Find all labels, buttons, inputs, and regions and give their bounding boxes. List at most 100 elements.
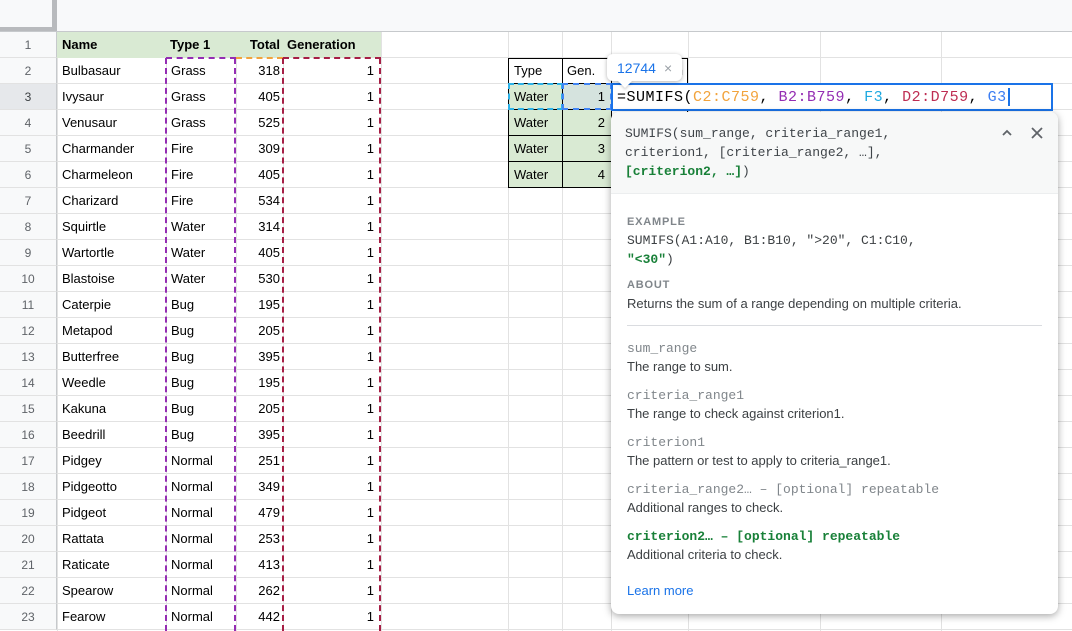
row-header-13[interactable]: 13 bbox=[0, 344, 57, 370]
cell-G4[interactable]: 2 bbox=[562, 110, 605, 136]
cell-B7[interactable]: Fire bbox=[171, 188, 236, 214]
cell-B18[interactable]: Normal bbox=[171, 474, 236, 500]
cell-C8[interactable]: 314 bbox=[236, 214, 280, 240]
cell-C12[interactable]: 205 bbox=[236, 318, 280, 344]
cell-A4[interactable]: Venusaur bbox=[62, 110, 166, 136]
cell-D1[interactable]: Generation bbox=[287, 32, 381, 58]
cell-B20[interactable]: Normal bbox=[171, 526, 236, 552]
cell-D5[interactable]: 1 bbox=[283, 136, 374, 162]
cell-A21[interactable]: Raticate bbox=[62, 552, 166, 578]
cell-F2[interactable]: Type bbox=[514, 58, 562, 84]
cell-B2[interactable]: Grass bbox=[171, 58, 236, 84]
cell-G6[interactable]: 4 bbox=[562, 162, 605, 188]
cell-D8[interactable]: 1 bbox=[283, 214, 374, 240]
cell-A17[interactable]: Pidgey bbox=[62, 448, 166, 474]
cell-C19[interactable]: 479 bbox=[236, 500, 280, 526]
learn-more-link[interactable]: Learn more bbox=[627, 583, 693, 598]
row-header-4[interactable]: 4 bbox=[0, 110, 57, 136]
cell-A22[interactable]: Spearow bbox=[62, 578, 166, 604]
cell-A2[interactable]: Bulbasaur bbox=[62, 58, 166, 84]
cell-A11[interactable]: Caterpie bbox=[62, 292, 166, 318]
cell-D16[interactable]: 1 bbox=[283, 422, 374, 448]
cell-A16[interactable]: Beedrill bbox=[62, 422, 166, 448]
row-header-3[interactable]: 3 bbox=[0, 84, 57, 110]
row-header-5[interactable]: 5 bbox=[0, 136, 57, 162]
cell-B5[interactable]: Fire bbox=[171, 136, 236, 162]
cell-F4[interactable]: Water bbox=[514, 110, 562, 136]
collapse-chevron-icon[interactable] bbox=[1000, 126, 1014, 140]
cell-B10[interactable]: Water bbox=[171, 266, 236, 292]
cell-B1[interactable]: Type 1 bbox=[170, 32, 236, 58]
cell-A23[interactable]: Fearow bbox=[62, 604, 166, 630]
cell-B4[interactable]: Grass bbox=[171, 110, 236, 136]
row-header-19[interactable]: 19 bbox=[0, 500, 57, 526]
cell-G2[interactable]: Gen. bbox=[567, 58, 611, 84]
cell-A7[interactable]: Charizard bbox=[62, 188, 166, 214]
cell-B11[interactable]: Bug bbox=[171, 292, 236, 318]
cell-D7[interactable]: 1 bbox=[283, 188, 374, 214]
cell-A13[interactable]: Butterfree bbox=[62, 344, 166, 370]
cell-B17[interactable]: Normal bbox=[171, 448, 236, 474]
cell-C18[interactable]: 349 bbox=[236, 474, 280, 500]
cell-B23[interactable]: Normal bbox=[171, 604, 236, 630]
formula-input[interactable]: =SUMIFS(C2:C759, B2:B759, F3, D2:D759, G… bbox=[611, 83, 1053, 111]
row-header-15[interactable]: 15 bbox=[0, 396, 57, 422]
row-header-9[interactable]: 9 bbox=[0, 240, 57, 266]
cell-A1[interactable]: Name bbox=[62, 32, 166, 58]
cell-C23[interactable]: 442 bbox=[236, 604, 280, 630]
cell-C22[interactable]: 262 bbox=[236, 578, 280, 604]
cell-C16[interactable]: 395 bbox=[236, 422, 280, 448]
close-icon[interactable] bbox=[1030, 126, 1044, 140]
cell-B14[interactable]: Bug bbox=[171, 370, 236, 396]
cell-D13[interactable]: 1 bbox=[283, 344, 374, 370]
cell-C7[interactable]: 534 bbox=[236, 188, 280, 214]
cell-A8[interactable]: Squirtle bbox=[62, 214, 166, 240]
cell-C21[interactable]: 413 bbox=[236, 552, 280, 578]
cell-B12[interactable]: Bug bbox=[171, 318, 236, 344]
cell-B15[interactable]: Bug bbox=[171, 396, 236, 422]
row-header-12[interactable]: 12 bbox=[0, 318, 57, 344]
cell-A15[interactable]: Kakuna bbox=[62, 396, 166, 422]
cell-A12[interactable]: Metapod bbox=[62, 318, 166, 344]
cell-C13[interactable]: 395 bbox=[236, 344, 280, 370]
cell-D2[interactable]: 1 bbox=[283, 58, 374, 84]
cell-B21[interactable]: Normal bbox=[171, 552, 236, 578]
cell-D18[interactable]: 1 bbox=[283, 474, 374, 500]
cell-C10[interactable]: 530 bbox=[236, 266, 280, 292]
cell-C5[interactable]: 309 bbox=[236, 136, 280, 162]
cell-B8[interactable]: Water bbox=[171, 214, 236, 240]
cell-C15[interactable]: 205 bbox=[236, 396, 280, 422]
row-header-17[interactable]: 17 bbox=[0, 448, 57, 474]
row-header-1[interactable]: 1 bbox=[0, 32, 57, 58]
cell-A10[interactable]: Blastoise bbox=[62, 266, 166, 292]
cell-A9[interactable]: Wartortle bbox=[62, 240, 166, 266]
cell-A20[interactable]: Rattata bbox=[62, 526, 166, 552]
cell-D9[interactable]: 1 bbox=[283, 240, 374, 266]
cell-C14[interactable]: 195 bbox=[236, 370, 280, 396]
cell-D22[interactable]: 1 bbox=[283, 578, 374, 604]
cell-C20[interactable]: 253 bbox=[236, 526, 280, 552]
cell-C17[interactable]: 251 bbox=[236, 448, 280, 474]
row-header-16[interactable]: 16 bbox=[0, 422, 57, 448]
row-header-10[interactable]: 10 bbox=[0, 266, 57, 292]
cell-D12[interactable]: 1 bbox=[283, 318, 374, 344]
cell-D23[interactable]: 1 bbox=[283, 604, 374, 630]
cell-C4[interactable]: 525 bbox=[236, 110, 280, 136]
cell-D3[interactable]: 1 bbox=[283, 84, 374, 110]
cell-B22[interactable]: Normal bbox=[171, 578, 236, 604]
select-all-corner[interactable] bbox=[0, 0, 57, 31]
row-header-20[interactable]: 20 bbox=[0, 526, 57, 552]
cell-A6[interactable]: Charmeleon bbox=[62, 162, 166, 188]
row-header-18[interactable]: 18 bbox=[0, 474, 57, 500]
cell-D14[interactable]: 1 bbox=[283, 370, 374, 396]
cell-D15[interactable]: 1 bbox=[283, 396, 374, 422]
cell-C1[interactable]: Total bbox=[236, 32, 280, 58]
cell-C11[interactable]: 195 bbox=[236, 292, 280, 318]
cell-A14[interactable]: Weedle bbox=[62, 370, 166, 396]
cell-D20[interactable]: 1 bbox=[283, 526, 374, 552]
cell-B6[interactable]: Fire bbox=[171, 162, 236, 188]
cell-D4[interactable]: 1 bbox=[283, 110, 374, 136]
cell-A3[interactable]: Ivysaur bbox=[62, 84, 166, 110]
cell-C9[interactable]: 405 bbox=[236, 240, 280, 266]
cell-D21[interactable]: 1 bbox=[283, 552, 374, 578]
